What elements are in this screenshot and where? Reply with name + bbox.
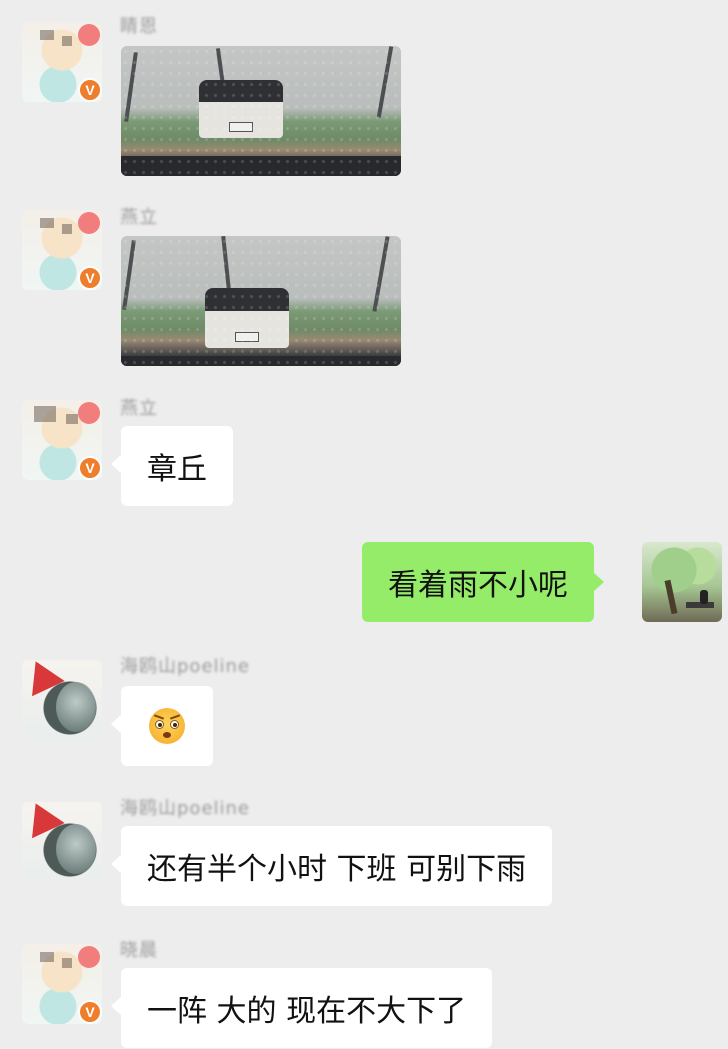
sender-avatar[interactable]: V	[22, 22, 102, 102]
photo-message[interactable]	[121, 236, 401, 366]
sender-name: 海鸥山poeline	[120, 798, 250, 819]
verified-badge-icon: V	[78, 456, 102, 480]
stunned-face-icon	[149, 708, 185, 744]
message-bubble[interactable]: 章丘	[111, 426, 233, 506]
sender-avatar[interactable]: V	[22, 944, 102, 1024]
photo-message[interactable]	[121, 46, 401, 176]
sent-message-bubble[interactable]: 看着雨不小呢	[362, 542, 604, 622]
sender-name: 燕立	[120, 207, 158, 228]
sender-avatar[interactable]: V	[22, 210, 102, 290]
my-avatar[interactable]	[642, 542, 722, 622]
sender-name: 睛恩	[120, 16, 158, 37]
sender-name: 燕立	[120, 398, 158, 419]
sender-avatar[interactable]: V	[22, 400, 102, 480]
verified-badge-icon: V	[78, 1000, 102, 1024]
sender-name: 海鸥山poeline	[120, 656, 250, 677]
message-bubble[interactable]: 还有半个小时 下班 可别下雨	[110, 826, 553, 906]
sender-name: 晓晨	[120, 940, 158, 961]
message-bubble[interactable]: 一阵 大的 现在不大下了	[110, 968, 493, 1048]
emoji-message-bubble[interactable]	[111, 686, 213, 766]
verified-badge-icon: V	[78, 266, 102, 290]
sender-avatar[interactable]	[22, 660, 102, 740]
sender-avatar[interactable]	[22, 802, 102, 882]
verified-badge-icon: V	[78, 78, 102, 102]
